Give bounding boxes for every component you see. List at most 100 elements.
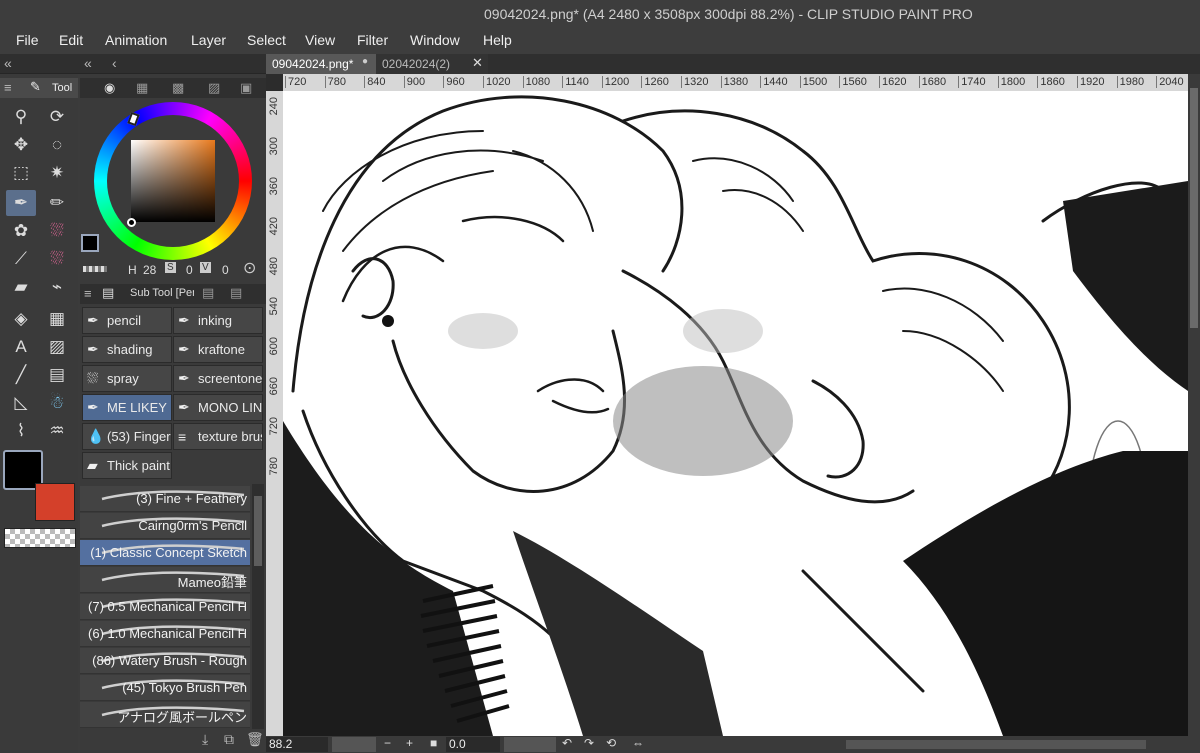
eraser-tool-icon[interactable]: ▰ <box>6 274 36 300</box>
menu-select[interactable]: Select <box>247 32 286 48</box>
ruler-tool-icon[interactable]: ▤ <box>42 362 72 388</box>
eyedropper-tool-icon[interactable]: ⟋ <box>6 246 36 272</box>
brush-list-item[interactable]: (7) 0.5 Mechanical Pencil H <box>80 594 250 620</box>
rotate-left-icon[interactable]: ↶ <box>562 736 572 750</box>
zoom-slider[interactable] <box>332 737 376 752</box>
reset-rotation-icon[interactable]: ⟲ <box>606 736 616 750</box>
fit-view-icon[interactable]: ■ <box>430 736 437 750</box>
close-tab-icon[interactable]: ✕ <box>472 55 483 71</box>
zoom-field[interactable]: 88.2 <box>266 737 328 752</box>
subtool-group-button[interactable]: ✒ pencil <box>82 307 172 334</box>
subtool-group-button[interactable]: 💧 (53) Finger <box>82 423 172 450</box>
zoom-in-icon[interactable]: + <box>406 736 413 750</box>
object-tool-icon[interactable]: ⬚ <box>6 160 36 186</box>
sub-color-swatch[interactable] <box>35 483 75 521</box>
brush-list-item[interactable]: (3) Fine + Feathery <box>80 486 250 512</box>
hue-value[interactable]: 28 <box>143 263 156 277</box>
menu-window[interactable]: Window <box>410 32 460 48</box>
subtool-group-button[interactable]: ✒ screentone <box>173 365 263 392</box>
brush-list-item[interactable]: (86) Watery Brush - Rough <box>80 648 250 674</box>
sv-picker-handle[interactable] <box>127 218 136 227</box>
subtool-group-button[interactable]: ✒ MONO LINE <box>173 394 263 421</box>
saturation-value-square[interactable] <box>131 140 215 222</box>
subtool-group-button[interactable]: ▰ Thick paint <box>82 452 172 479</box>
frame-tool-icon[interactable]: ▦ <box>42 306 72 332</box>
decoration-tool-icon[interactable]: ✿ <box>6 218 36 244</box>
chevron-left-icon[interactable]: ‹ <box>112 55 117 71</box>
subtool-group-button[interactable]: ✒ kraftone <box>173 336 263 363</box>
airbrush-tool-icon[interactable]: ⛆ <box>42 218 72 244</box>
sub-tool-title[interactable]: Sub Tool [Pen <box>130 287 194 299</box>
sub-tool-tab2-icon[interactable]: ▤ <box>202 285 214 301</box>
doc-tab-inactive[interactable]: 02042024(2) ✕ <box>376 54 488 74</box>
horizontal-ruler[interactable]: 720 780 840 900 960 1020 1080 1140 1200 1260 1320 1… <box>283 74 1188 91</box>
fill-tool-icon[interactable]: ◈ <box>6 306 36 332</box>
brush-list-item[interactable]: Mameo鉛筆 <box>80 567 250 593</box>
menu-edit[interactable]: Edit <box>59 32 83 48</box>
brush-tool-icon[interactable]: ⛆ <box>42 246 72 272</box>
collapse-panel-icon[interactable]: « <box>84 55 92 71</box>
color-mode-icon[interactable]: ⊙ <box>243 258 256 278</box>
duplicate-subtool-icon[interactable]: ⧉ <box>224 731 234 748</box>
move-tool-icon[interactable]: ✥ <box>6 132 36 158</box>
flip-horizontal-icon[interactable]: ⇔ <box>632 736 644 750</box>
pencil-tool-icon[interactable]: ✏ <box>42 190 72 216</box>
lasso-tool-icon[interactable]: ◌ <box>42 132 72 158</box>
transparent-color-swatch[interactable] <box>4 528 76 548</box>
text-tool-icon[interactable]: A <box>6 334 36 360</box>
subtool-group-button[interactable]: ⛆ spray <box>82 365 172 392</box>
menu-animation[interactable]: Animation <box>105 32 167 48</box>
approximate-color-tab-icon[interactable]: ▨ <box>208 80 220 96</box>
subtool-group-button[interactable]: ≡ texture brush <box>173 423 263 450</box>
delete-subtool-icon[interactable]: 🗑 <box>246 731 264 748</box>
menu-view[interactable]: View <box>305 32 335 48</box>
menu-layer[interactable]: Layer <box>191 32 226 48</box>
saturation-value[interactable]: 0 <box>186 263 193 277</box>
subtool-group-button[interactable]: ✒ ME LIKEY <box>82 394 172 421</box>
menu-file[interactable]: File <box>16 32 39 48</box>
brush-list-scroll-thumb[interactable] <box>254 496 262 566</box>
transparent-swatch-mini[interactable] <box>83 266 107 272</box>
brush-list-item[interactable]: アナログ風ボールペン <box>80 702 250 728</box>
line-tool-icon[interactable]: ╱ <box>6 362 36 388</box>
sub-tool-tab3-icon[interactable]: ▤ <box>230 285 242 301</box>
wheel-main-swatch[interactable] <box>81 234 99 252</box>
color-wheel-tab-icon[interactable]: ◉ <box>104 80 115 96</box>
drawing-canvas[interactable] <box>283 91 1188 736</box>
brush-list-item[interactable]: Cairng0rm's Pencil <box>80 513 250 539</box>
tool-tab[interactable]: ≡ ✎ Tool <box>0 78 78 98</box>
menu-filter[interactable]: Filter <box>357 32 388 48</box>
menu-icon[interactable]: ≡ <box>4 80 12 95</box>
zoom-out-icon[interactable]: − <box>384 736 391 750</box>
vertical-scrollbar[interactable] <box>1188 74 1200 736</box>
correct-line-tool-icon[interactable]: ⌇ <box>6 418 36 444</box>
sub-tool-menu-icon[interactable]: ≡ <box>84 286 92 301</box>
collapse-icon[interactable]: « <box>4 55 12 71</box>
color-set-tab-icon[interactable]: ▦ <box>136 80 148 96</box>
doc-tab-active[interactable]: 09042024.png* ● <box>266 54 376 74</box>
intermediate-color-tab-icon[interactable]: ▩ <box>172 80 184 96</box>
brush-list-item[interactable]: (45) Tokyo Brush Pen <box>80 675 250 701</box>
brush-list-item[interactable]: (6) 1.0 Mechanical Pencil H <box>80 621 250 647</box>
subtool-group-button[interactable]: ✒ shading <box>82 336 172 363</box>
pen-tool-icon[interactable]: ✒ <box>6 190 36 216</box>
save-subtool-icon[interactable]: ⤓ <box>202 731 208 748</box>
3d-figure-tool-icon[interactable]: ☃ <box>42 390 72 416</box>
subtool-group-button[interactable]: ✒ inking <box>173 307 263 334</box>
rotate-right-icon[interactable]: ↷ <box>584 736 594 750</box>
angle-field[interactable]: 0.0 <box>446 737 500 752</box>
menu-help[interactable]: Help <box>483 32 512 48</box>
brush-list-scrollbar[interactable] <box>252 484 264 729</box>
vertical-scroll-thumb[interactable] <box>1190 88 1198 328</box>
zoom-tool-icon[interactable]: ⚲ <box>6 104 36 130</box>
water-drop-tool-icon[interactable]: ♒ <box>42 418 72 444</box>
vertical-ruler[interactable]: 240 300 360 420 480 540 600 660 720 780 <box>266 91 283 736</box>
operation-tool-icon[interactable]: ◺ <box>6 390 36 416</box>
gradient-tool-icon[interactable]: ▨ <box>42 334 72 360</box>
magic-wand-tool-icon[interactable]: ✷ <box>42 160 72 186</box>
rotate-view-tool-icon[interactable]: ⟳ <box>42 104 72 130</box>
angle-slider[interactable] <box>504 737 556 752</box>
value-value[interactable]: 0 <box>222 263 229 277</box>
blend-tool-icon[interactable]: ⌁ <box>42 274 72 300</box>
brush-list-item[interactable]: (1) Classic Concept Sketch <box>80 540 250 566</box>
